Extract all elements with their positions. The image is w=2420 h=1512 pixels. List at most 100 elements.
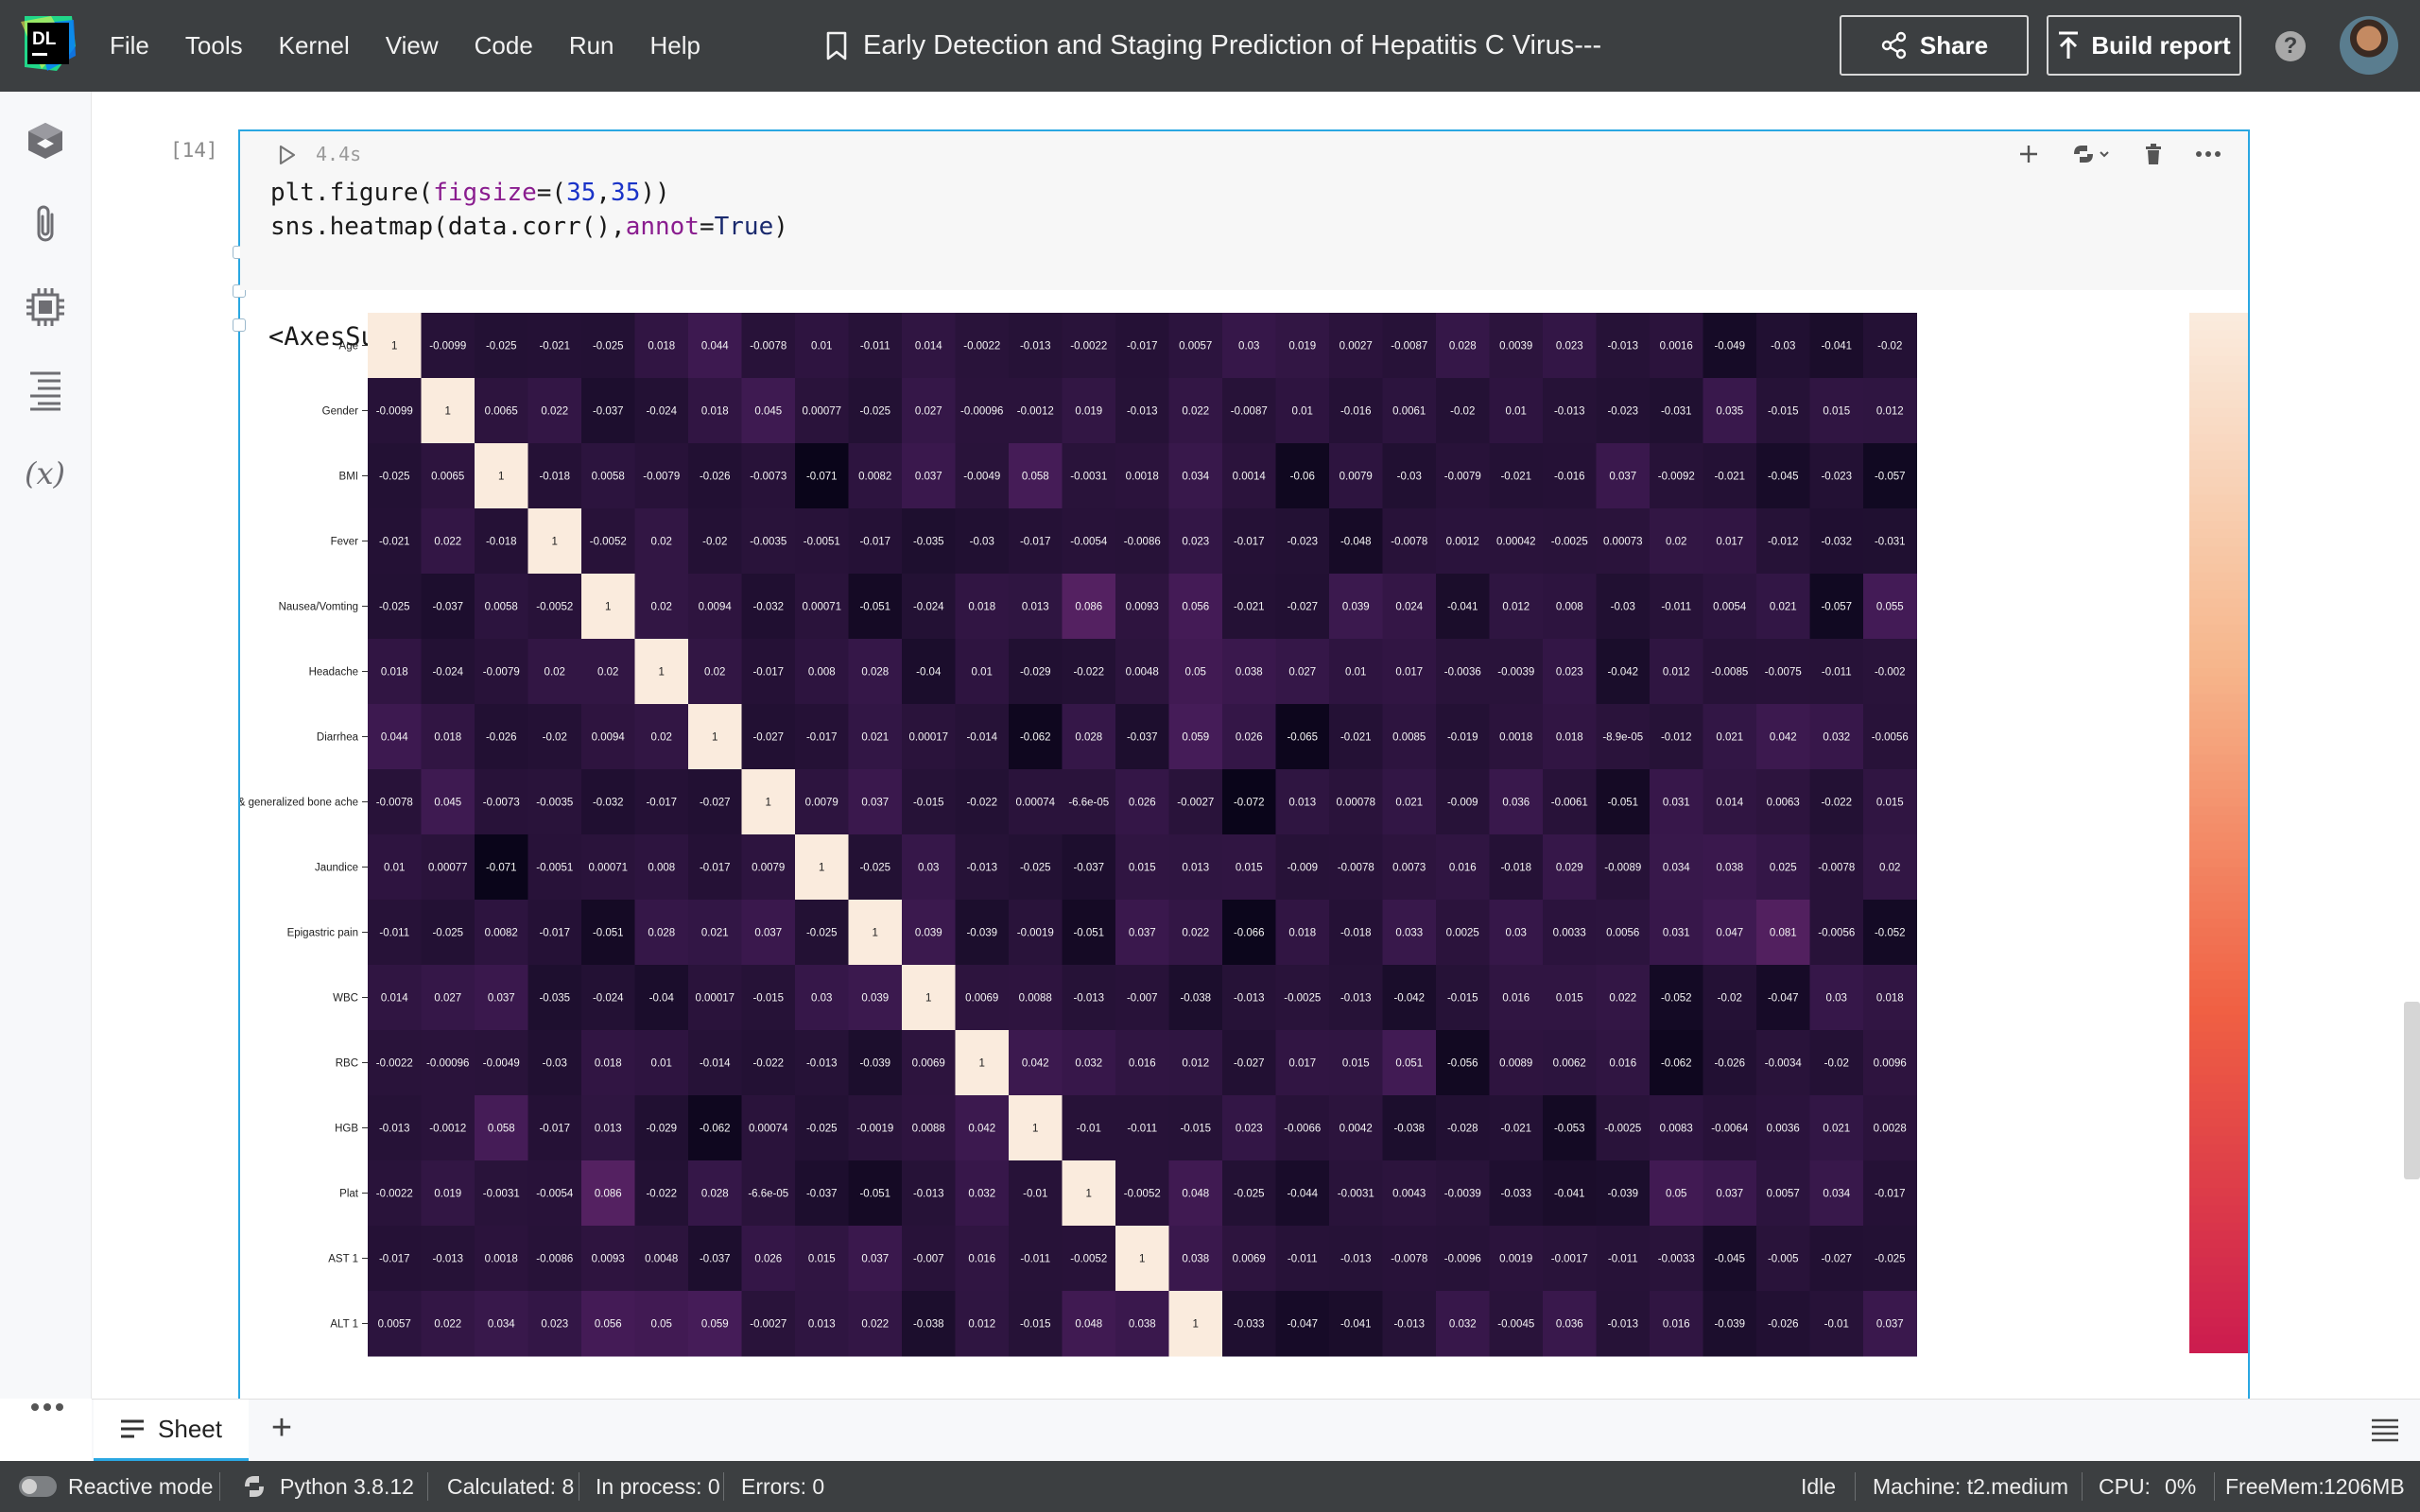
heatmap-annotation: 0.016	[1609, 1058, 1636, 1070]
heatmap-annotation: -0.0052	[1124, 1189, 1161, 1200]
heatmap-annotation: 0.012	[1502, 602, 1530, 613]
reactive-mode-label: Reactive mode	[68, 1473, 214, 1499]
heatmap-annotation: -0.021	[1714, 472, 1745, 483]
colorbar-segment	[2189, 806, 2248, 816]
heatmap-annotation: 0.014	[381, 993, 408, 1005]
heatmap-annotation: -0.013	[913, 1189, 944, 1200]
colorbar-segment	[2189, 988, 2248, 999]
heatmap-annotation: 0.047	[1716, 928, 1743, 939]
variables-icon[interactable]: (x)	[23, 451, 68, 496]
heatmap-row-label: Diarrhea	[317, 732, 359, 744]
heatmap-annotation: -0.03	[1397, 472, 1422, 483]
heatmap-annotation: 0.048	[1075, 1319, 1102, 1331]
heatmap-annotation: -0.051	[1607, 798, 1638, 809]
notebook-title[interactable]: Early Detection and Staging Prediction o…	[863, 30, 1601, 61]
more-options-icon[interactable]	[28, 1399, 66, 1427]
colorbar-segment	[2189, 893, 2248, 903]
heatmap-annotation: -0.0049	[963, 472, 1000, 483]
python-kernel[interactable]: Python 3.8.12	[240, 1461, 414, 1512]
add-sheet-button[interactable]: +	[265, 1410, 299, 1447]
heatmap-annotation: 0.039	[1342, 602, 1370, 613]
build-report-button[interactable]: Build report	[2047, 15, 2241, 76]
heatmap-annotation: 0.0057	[1767, 1189, 1800, 1200]
attachment-icon[interactable]	[23, 201, 68, 247]
heatmap-annotation: -0.033	[1500, 1189, 1531, 1200]
heatmap-annotation: -0.037	[1073, 863, 1104, 874]
heatmap-annotation: 0.081	[1770, 928, 1797, 939]
heatmap-annotation: -0.025	[379, 472, 410, 483]
heatmap-annotation: -0.021	[1234, 602, 1265, 613]
heatmap-annotation: -0.002	[1875, 667, 1906, 679]
heatmap-annotation: -0.0039	[1444, 1189, 1481, 1200]
colorbar-segment	[2189, 1257, 2248, 1267]
heatmap-annotation: 0.02	[651, 537, 672, 548]
toggle-switch[interactable]	[19, 1476, 57, 1497]
svg-text:(x): (x)	[25, 455, 65, 491]
reactive-mode-toggle[interactable]: Reactive mode	[19, 1461, 213, 1512]
bookmark-icon[interactable]	[825, 31, 848, 61]
heatmap-row-label: Gender	[322, 406, 359, 418]
heatmap-annotation: 0.0048	[645, 1254, 678, 1265]
heatmap-annotation: -8.9e-05	[1602, 732, 1643, 744]
heatmap-annotation: -0.015	[1768, 406, 1799, 418]
menu-tools[interactable]: Tools	[185, 31, 243, 60]
heatmap-annotation: -0.045	[1714, 1254, 1745, 1265]
colorbar-segment	[2189, 1153, 2248, 1163]
heatmap-annotation: 0.021	[1716, 732, 1743, 744]
heatmap-row-label: Fatigue & generalized bone ache	[240, 798, 358, 809]
colorbar-segment	[2189, 1187, 2248, 1197]
menu-help[interactable]: Help	[650, 31, 700, 60]
share-button[interactable]: Share	[1840, 15, 2029, 76]
colorbar-segment	[2189, 338, 2248, 349]
colorbar-segment	[2189, 1118, 2248, 1128]
outline-icon[interactable]	[23, 368, 68, 413]
heatmap-annotation: 0.03	[811, 993, 832, 1005]
heatmap-annotation: 0.00073	[1603, 537, 1643, 548]
code-cell[interactable]: 4.4s plt.figure(figsize=(35,35)) sns.hea…	[233, 129, 2250, 1399]
heatmap-annotation: -0.0035	[536, 798, 573, 809]
heatmap-annotation: 0.027	[434, 993, 461, 1005]
heatmap-annotation: 0.016	[1663, 1319, 1690, 1331]
tab-sheet[interactable]: Sheet	[94, 1400, 249, 1462]
menu-file[interactable]: File	[110, 31, 149, 60]
colorbar-segment	[2189, 486, 2248, 496]
processor-icon[interactable]	[23, 284, 68, 330]
menu-code[interactable]: Code	[475, 31, 533, 60]
datalore-logo[interactable]: DL	[19, 14, 78, 73]
heatmap-annotation: -0.011	[860, 341, 890, 352]
heatmap-annotation: -0.0052	[536, 602, 573, 613]
heatmap-annotation: 0.026	[1236, 732, 1263, 744]
colorbar-segment	[2189, 607, 2248, 617]
heatmap-annotation: 0.022	[1609, 993, 1636, 1005]
heatmap-annotation: -0.017	[646, 798, 677, 809]
menu-kernel[interactable]: Kernel	[279, 31, 350, 60]
heatmap-annotation: 1	[391, 341, 397, 352]
cube-icon[interactable]	[23, 118, 68, 163]
sheets-menu-icon[interactable]	[2371, 1418, 2399, 1444]
heatmap-annotation: 0.01	[1292, 406, 1313, 418]
heatmap-annotation: 0.037	[1609, 472, 1636, 483]
vertical-scrollbar[interactable]	[2404, 1002, 2420, 1179]
heatmap-annotation: 0.02	[1879, 863, 1900, 874]
heatmap-annotation: 0.014	[1716, 798, 1743, 809]
heatmap-annotation: -0.011	[1608, 1254, 1638, 1265]
menu-run[interactable]: Run	[569, 31, 614, 60]
heatmap-annotation: -0.015	[752, 993, 784, 1005]
avatar[interactable]	[2340, 16, 2398, 75]
heatmap-annotation: 0.01	[811, 341, 832, 352]
heatmap-annotation: -0.028	[1447, 1124, 1478, 1135]
heatmap-annotation: 0.0043	[1392, 1189, 1426, 1200]
heatmap-row-label: RBC	[336, 1058, 358, 1070]
sheet-tab-bar: Sheet +	[92, 1399, 2420, 1462]
help-icon[interactable]: ?	[2275, 31, 2306, 61]
heatmap-annotation: 0.037	[1129, 928, 1156, 939]
machine-type[interactable]: Machine: t2.medium	[1873, 1461, 2068, 1512]
heatmap-annotation: -0.065	[1287, 732, 1318, 744]
heatmap-annotation: -0.0049	[483, 1058, 520, 1070]
heatmap-annotation: -0.017	[1127, 341, 1158, 352]
heatmap-annotation: 0.038	[1182, 1254, 1209, 1265]
heatmap-annotation: -0.051	[1073, 928, 1104, 939]
menu-view[interactable]: View	[386, 31, 439, 60]
heatmap-annotation: -0.017	[379, 1254, 410, 1265]
heatmap-annotation: 0.039	[861, 993, 889, 1005]
